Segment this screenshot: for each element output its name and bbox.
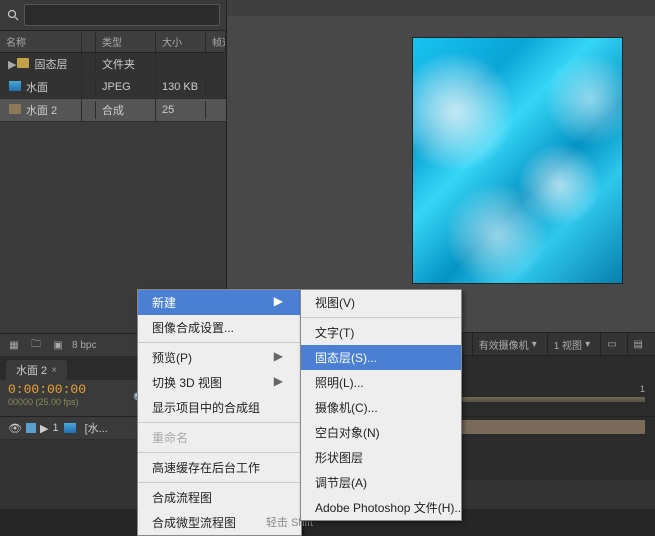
project-search-bar: [0, 0, 226, 31]
menu-item-label: 新建: [152, 294, 176, 311]
menu-item[interactable]: 调节层(A): [301, 470, 461, 495]
interpret-icon[interactable]: ▦: [6, 337, 22, 353]
col-comment[interactable]: 帧速率: [206, 31, 226, 52]
pixel-aspect-icon[interactable]: ▭: [600, 333, 622, 355]
menu-item-label: 显示项目中的合成组: [152, 399, 260, 416]
menu-item-label: 文字(T): [315, 324, 354, 341]
timecode-sub: 00000 (25.00 fps): [8, 397, 118, 407]
col-size[interactable]: 大小: [156, 31, 206, 52]
menu-item-label: 预览(P): [152, 349, 192, 366]
menu-item-label: Adobe Photoshop 文件(H)...: [315, 499, 464, 516]
submenu-arrow-icon: ▶: [274, 294, 283, 311]
menu-item[interactable]: 切换 3D 视图 ▶: [138, 370, 301, 395]
bpc-button[interactable]: 8 bpc: [72, 340, 96, 351]
item-type: JPEG: [96, 78, 156, 96]
menu-item[interactable]: 合成微型流程图轻击 Shift: [138, 510, 301, 535]
new-submenu: 视图(V) 文字(T) 固态层(S)... 照明(L)... 摄像机(C)... 空白对象…: [300, 289, 462, 521]
menu-item[interactable]: 照明(L)...: [301, 370, 461, 395]
menu-item[interactable]: 高速缓存在后台工作: [138, 455, 301, 480]
item-size: [156, 61, 206, 67]
layer-color-chip[interactable]: [26, 423, 36, 433]
item-name: 水面 2: [26, 105, 57, 117]
folder-icon: [16, 57, 30, 69]
menu-item[interactable]: 文字(T): [301, 320, 461, 345]
layer-name: [水...: [85, 420, 108, 436]
menu-item-label: 合成微型流程图: [152, 514, 236, 531]
close-icon[interactable]: ×: [51, 365, 57, 376]
menu-item[interactable]: 摄像机(C)...: [301, 395, 461, 420]
menu-item-label: 照明(L)...: [315, 374, 364, 391]
col-type[interactable]: 类型: [96, 31, 156, 52]
submenu-arrow-icon: ▶: [274, 349, 283, 366]
item-type: 合成: [96, 99, 156, 121]
col-label[interactable]: [82, 31, 96, 52]
menu-item-label: 视图(V): [315, 294, 355, 311]
folder-icon[interactable]: 🗀: [28, 337, 44, 353]
menu-item-label: 高速缓存在后台工作: [152, 459, 260, 476]
item-name: 水面: [26, 82, 48, 94]
viewer-canvas[interactable]: [227, 16, 655, 333]
menu-item[interactable]: 形状图层: [301, 445, 461, 470]
item-name: 固态层: [34, 59, 67, 71]
tab-label: 水面 2: [16, 362, 47, 378]
menu-item[interactable]: 空白对象(N): [301, 420, 461, 445]
jpeg-icon: [8, 80, 22, 92]
list-item[interactable]: 水面 2 合成 25: [0, 99, 226, 122]
context-menu: 新建 ▶ 图像合成设置... 预览(P) ▶ 切换 3D 视图 ▶ 显示项目中的合成组重命名高…: [137, 289, 302, 536]
list-item[interactable]: ▶ 固态层 文件夹: [0, 53, 226, 76]
menu-item-label: 合成流程图: [152, 489, 212, 506]
submenu-arrow-icon: ▶: [274, 374, 283, 391]
timecode-value: 0:00:00:00: [8, 382, 118, 397]
more-icon[interactable]: ▤: [627, 333, 649, 355]
menu-item[interactable]: 合成流程图: [138, 485, 301, 510]
twisty-icon[interactable]: ▶: [6, 59, 16, 71]
menu-item[interactable]: 固态层(S)...: [301, 345, 461, 370]
item-type: 文件夹: [96, 53, 156, 75]
view-count-dropdown[interactable]: 1 视图 ▾: [547, 333, 596, 355]
search-input[interactable]: [24, 4, 220, 26]
menu-item-label: 调节层(A): [315, 474, 367, 491]
layer-index: 1: [52, 422, 58, 434]
eye-icon[interactable]: 👁: [8, 422, 22, 435]
item-size: 25: [156, 101, 206, 119]
item-size: 130 KB: [156, 78, 206, 96]
menu-item[interactable]: 显示项目中的合成组: [138, 395, 301, 420]
ruler-label: 1: [640, 384, 645, 394]
menu-item[interactable]: Adobe Photoshop 文件(H)...: [301, 495, 461, 520]
project-list[interactable]: ▶ 固态层 文件夹 水面 JPEG 130 KB 水面 2 合成 25: [0, 53, 226, 122]
project-list-header: 名称 类型 大小 帧速率: [0, 31, 226, 53]
menu-item[interactable]: 图像合成设置...: [138, 315, 301, 340]
composition-preview[interactable]: [413, 38, 622, 283]
menu-item-label: 切换 3D 视图: [152, 374, 222, 391]
menu-item-label: 形状图层: [315, 449, 363, 466]
menu-item-label: 图像合成设置...: [152, 319, 234, 336]
menu-item[interactable]: 新建 ▶: [138, 290, 301, 315]
search-icon[interactable]: [6, 8, 20, 22]
comp-icon: [8, 103, 22, 115]
menu-item-label: 固态层(S)...: [315, 349, 377, 366]
menu-item[interactable]: 视图(V): [301, 290, 461, 315]
camera-dropdown[interactable]: 有效摄像机 ▾: [472, 333, 543, 355]
timeline-tab[interactable]: 水面 2 ×: [6, 360, 67, 380]
menu-item[interactable]: 预览(P) ▶: [138, 345, 301, 370]
timecode-display[interactable]: 0:00:00:00 00000 (25.00 fps): [0, 380, 126, 416]
list-item[interactable]: 水面 JPEG 130 KB: [0, 76, 226, 99]
menu-item-label: 空白对象(N): [315, 424, 380, 441]
menu-item: 重命名: [138, 425, 301, 450]
col-name[interactable]: 名称: [0, 31, 82, 52]
twisty-icon[interactable]: ▶: [40, 422, 48, 435]
menu-item-label: 摄像机(C)...: [315, 399, 378, 416]
jpeg-icon: [63, 422, 77, 434]
menu-item-label: 重命名: [152, 429, 188, 446]
new-comp-icon[interactable]: ▣: [50, 337, 66, 353]
